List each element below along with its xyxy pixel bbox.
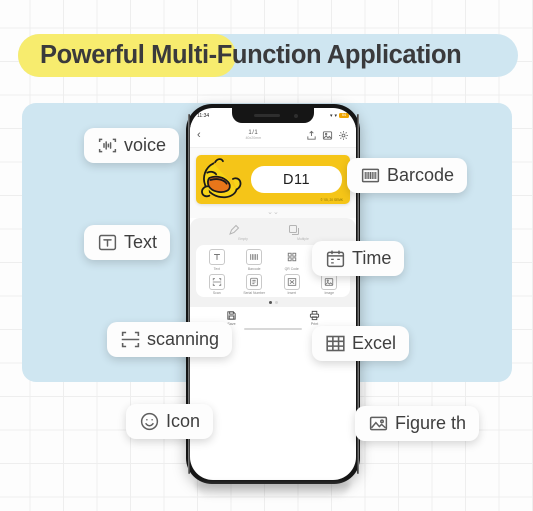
callout-time[interactable]: Time [312,241,405,276]
barcode-icon [360,165,381,186]
tool-barcode-label: Barcode [247,266,261,271]
page-title: Powerful Multi-Function Application [18,34,518,77]
scan-frame-icon [120,329,141,350]
print-icon [309,310,320,321]
callout-icon-label: Icon [166,411,201,431]
callout-text-label: Text [124,232,158,252]
print-button[interactable]: Print [309,310,320,326]
callout-figure-label: Figure th [395,413,467,433]
signal-icon: ▾ [329,112,333,119]
qrcode-icon [284,249,300,265]
table-grid-icon [325,333,346,354]
page-title-text: Powerful Multi-Function Application [40,41,462,69]
callout-barcode[interactable]: Barcode [347,158,468,193]
tool-scan[interactable]: Scan [198,273,236,295]
tool-serial-number-label: Serial Number [243,291,266,295]
tool-serial-number[interactable]: Serial Number [236,273,274,295]
callout-time-label: Time [352,248,392,268]
text-icon [208,249,225,265]
phone-reflection [196,482,350,498]
page-indicator[interactable] [196,297,350,307]
picture-icon [368,413,389,434]
save-icon [226,310,237,321]
insert-icon [283,273,300,290]
tool-scan-label: Scan [212,291,221,295]
callout-scanning-label: scanning [147,329,220,349]
callout-icon[interactable]: Icon [126,404,214,439]
tool-insert[interactable]: Insert [273,273,311,295]
label-preview[interactable]: D11 © '05, 20 SEMK [196,155,350,204]
share-icon[interactable] [306,130,317,141]
battery-icon: 64 [339,113,349,118]
tool-barcode[interactable]: Barcode [236,249,274,271]
phone-notch [232,108,314,123]
tool-insert-label: Insert [287,291,296,295]
quick-action-multiple-label: Multiple [297,237,309,241]
back-button[interactable]: ‹ [197,129,201,141]
poster-canvas: Powerful Multi-Function Application 11:3… [0,0,533,511]
collapse-handle[interactable]: ⌄⌄ [190,209,356,218]
callout-excel[interactable]: Excel [312,326,410,361]
wifi-icon: ▾ [334,112,337,119]
tool-qrcode-label: QR Code [284,266,299,271]
tool-qrcode[interactable]: QR Code [273,249,311,271]
calendar-icon [325,248,346,269]
callout-barcode-label: Barcode [387,165,455,185]
image-icon[interactable] [322,130,333,141]
callout-text[interactable]: Text [84,225,171,260]
callout-scanning[interactable]: scanning [107,322,233,357]
nav-title: 1/1 [248,129,259,136]
smiley-face-icon [139,411,160,432]
barcode-icon [246,249,263,265]
tool-image[interactable]: Image [311,273,349,295]
label-text-value: D11 [282,171,311,188]
scan-icon [208,273,225,290]
label-text-field[interactable]: D11 [251,166,342,193]
quick-action-empty-label: Empty [238,237,248,241]
quick-action-multiple[interactable]: Multiple [288,224,318,241]
serial-number-icon [246,273,263,290]
page-dot-2[interactable] [274,301,278,304]
tool-text-label: Text [213,266,220,271]
quick-action-empty[interactable]: Empty [228,224,258,241]
tool-text[interactable]: Text [198,249,236,271]
nav-icon-group [306,130,349,141]
nav-title-block: 1/1 40x20mm [205,130,302,141]
multiple-icon [288,224,318,236]
empty-icon [228,224,258,236]
phone-screen: 11:34 ▾ ▾ 64 ‹ 1/1 40x20mm D11 © '05, 20… [190,108,356,480]
gear-icon[interactable] [338,130,349,141]
label-canvas[interactable]: D11 © '05, 20 SEMK [190,148,356,209]
text-t-icon [97,232,118,253]
tool-image-label: Image [324,291,334,295]
callout-figure[interactable]: Figure th [355,406,480,441]
callout-voice-label: voice [124,135,167,155]
status-time: 11:34 [197,112,210,119]
app-nav-bar: ‹ 1/1 40x20mm [190,123,356,148]
duck-illustration [201,157,242,198]
home-indicator [244,328,302,330]
callout-excel-label: Excel [352,333,397,353]
label-copyright: © '05, 20 SEMK [320,198,343,202]
nav-subtitle: 40x20mm [245,136,262,141]
page-dot-1[interactable] [268,301,272,304]
voice-waveform-icon [97,135,118,156]
callout-voice[interactable]: voice [84,128,180,163]
